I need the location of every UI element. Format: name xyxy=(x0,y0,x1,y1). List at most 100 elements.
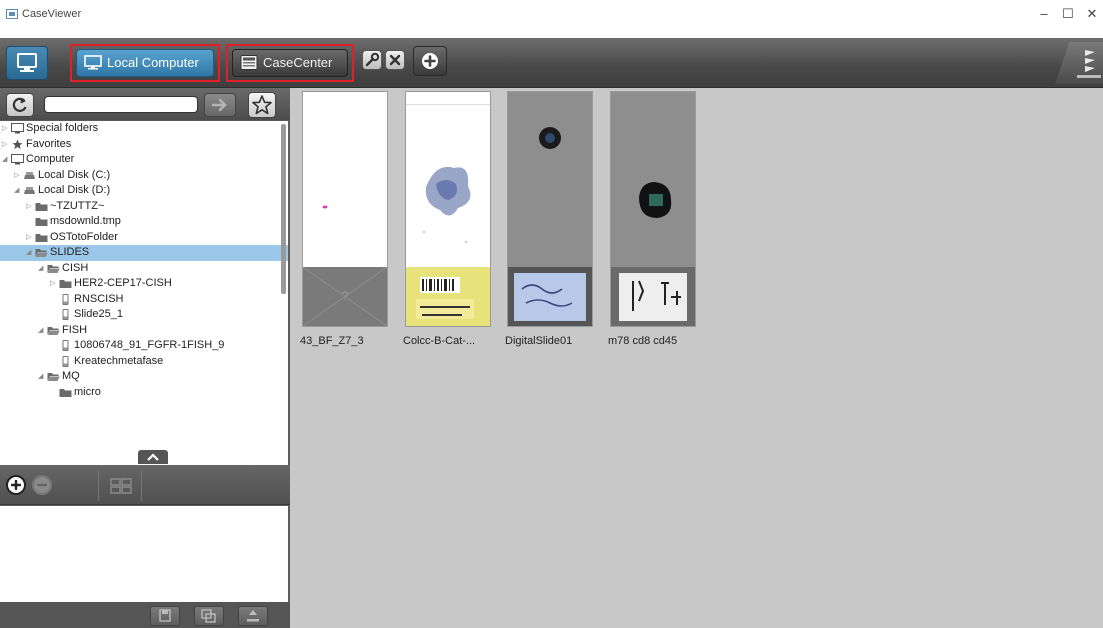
expand-arrow-icon[interactable]: ◢ xyxy=(2,156,10,164)
tree-item[interactable]: ▷ Local Disk (C:) xyxy=(0,168,288,184)
folder-open-icon xyxy=(47,371,60,382)
tree-scrollbar[interactable] xyxy=(281,124,286,294)
minus-icon xyxy=(36,483,48,487)
folder-icon xyxy=(59,278,72,289)
tree-item-label: msdownld.tmp xyxy=(50,215,121,227)
collapse-arrow-icon[interactable]: ▷ xyxy=(2,125,10,133)
browser-toolbar xyxy=(0,88,290,120)
tree-item[interactable]: msdownld.tmp xyxy=(0,214,288,230)
slide-thumbnail[interactable] xyxy=(610,91,696,327)
grid-view-button[interactable] xyxy=(98,471,142,501)
plus-icon xyxy=(10,479,22,491)
slide-preview-image xyxy=(508,92,592,267)
path-input[interactable] xyxy=(44,96,198,113)
tree-item-label: Kreatechmetafase xyxy=(74,354,164,367)
tree-item[interactable]: ▷ Special folders xyxy=(0,121,288,137)
folder-icon xyxy=(35,232,48,243)
slide-name: 43_BF_Z7_3 xyxy=(300,335,364,347)
copy-button[interactable] xyxy=(194,606,224,626)
tree-item[interactable]: ▷ HER2-CEP17-CISH xyxy=(0,276,288,292)
monitor-icon xyxy=(84,55,102,70)
tree-item-label: Special folders xyxy=(26,122,99,134)
arrow-right-icon xyxy=(211,98,227,112)
casecenter-highlight: CaseCenter xyxy=(226,44,354,82)
folder-open-icon xyxy=(47,263,60,274)
slide-icon xyxy=(59,309,72,320)
expand-arrow-icon[interactable]: ◢ xyxy=(38,373,46,381)
slide-thumbnail[interactable] xyxy=(507,91,593,327)
local-computer-tab[interactable]: Local Computer xyxy=(76,49,214,77)
slide-preview-image xyxy=(406,92,490,267)
collapse-arrow-icon[interactable]: ▷ xyxy=(26,234,34,242)
navigate-button[interactable] xyxy=(204,93,236,117)
slide-name: DigitalSlide01 xyxy=(505,335,573,347)
tree-item[interactable]: ◢ FISH xyxy=(0,323,288,339)
disk-icon xyxy=(23,170,36,181)
remove-folder-button[interactable] xyxy=(32,475,52,495)
main-toolbar: Local Computer CaseCenter xyxy=(0,38,1103,88)
tree-item[interactable]: ◢ Local Disk (D:) xyxy=(0,183,288,199)
tree-item-label: OSTotoFolder xyxy=(50,230,118,243)
local-view-button[interactable] xyxy=(6,46,48,80)
tree-item[interactable]: ◢ Computer xyxy=(0,152,288,168)
tree-item[interactable]: 10806748_91_FGFR-1FISH_9 xyxy=(0,338,288,354)
tree-item[interactable]: ▷ ~TZUTTZ~ xyxy=(0,199,288,215)
tree-item-label: FISH xyxy=(62,323,88,336)
tree-item[interactable]: micro xyxy=(0,385,288,401)
add-server-button[interactable] xyxy=(413,46,447,76)
tree-item[interactable]: Kreatechmetafase xyxy=(0,354,288,370)
settings-button[interactable] xyxy=(362,50,382,70)
computer-icon xyxy=(11,123,24,134)
slide-label-image xyxy=(611,267,695,326)
tree-item-label: micro xyxy=(74,385,101,398)
add-folder-button[interactable] xyxy=(6,475,26,495)
upload-button[interactable] xyxy=(238,606,268,626)
tree-item[interactable]: ◢ CISH xyxy=(0,261,288,277)
slide-name: Colcc-B-Cat-... xyxy=(403,335,476,347)
tree-item[interactable]: ▷ Favorites xyxy=(0,137,288,153)
folder-actions-bar xyxy=(0,465,290,505)
tree-item[interactable]: RNSCISH xyxy=(0,292,288,308)
tree-item-label: Local Disk (D:) xyxy=(38,184,111,196)
slide-thumbnail[interactable] xyxy=(405,91,491,327)
tree-item[interactable]: Slide25_1 xyxy=(0,307,288,323)
tree-item[interactable]: ▷ OSTotoFolder xyxy=(0,230,288,246)
collapse-arrow-icon[interactable]: ▷ xyxy=(14,172,22,180)
collapse-arrow-icon[interactable]: ▷ xyxy=(26,203,34,211)
expand-arrow-icon[interactable]: ◢ xyxy=(38,327,46,335)
brand-logo xyxy=(1055,42,1103,84)
grid-icon xyxy=(110,478,132,494)
tree-item-label: 10806748_91_FGFR-1FISH_9 xyxy=(74,339,225,351)
close-icon xyxy=(389,54,401,66)
expand-arrow-icon[interactable]: ◢ xyxy=(26,249,34,257)
folder-open-icon xyxy=(35,247,48,258)
folder-icon xyxy=(59,387,72,398)
tree-item-label: RNSCISH xyxy=(74,292,124,305)
plus-circle-icon xyxy=(422,53,438,69)
chevron-up-icon xyxy=(147,453,159,461)
collapse-arrow-icon[interactable]: ▷ xyxy=(2,141,10,149)
collapse-arrow-icon[interactable]: ▷ xyxy=(50,280,58,288)
tree-item-label: MQ xyxy=(62,370,80,382)
monitor-icon xyxy=(17,53,37,72)
slide-name: m78 cd8 cd45 xyxy=(608,335,678,347)
expand-arrow-icon[interactable]: ◢ xyxy=(38,265,46,273)
tree-item[interactable]: ◢ SLIDES xyxy=(0,245,288,261)
casecenter-tab[interactable]: CaseCenter xyxy=(232,49,348,77)
svg-text:?: ? xyxy=(342,289,349,303)
folder-tree: ▷ Special folders ▷ Favorites ◢ Computer ▷ Loca… xyxy=(0,121,288,465)
tree-item-label: HER2-CEP17-CISH xyxy=(74,277,172,289)
add-favorite-button[interactable] xyxy=(248,92,276,118)
tree-item-label: CISH xyxy=(62,261,89,274)
collapse-handle[interactable] xyxy=(138,450,168,464)
computer-icon xyxy=(11,154,24,165)
close-tab-button[interactable] xyxy=(385,50,405,70)
close-button[interactable]: ✕ xyxy=(1078,4,1103,24)
folder-icon xyxy=(35,216,48,227)
slide-thumbnail[interactable]: ? xyxy=(302,91,388,327)
tree-item[interactable]: ◢ MQ xyxy=(0,369,288,385)
refresh-button[interactable] xyxy=(6,93,34,117)
tree-item-label: SLIDES xyxy=(50,246,90,258)
save-button[interactable] xyxy=(150,606,180,626)
expand-arrow-icon[interactable]: ◢ xyxy=(14,187,22,195)
